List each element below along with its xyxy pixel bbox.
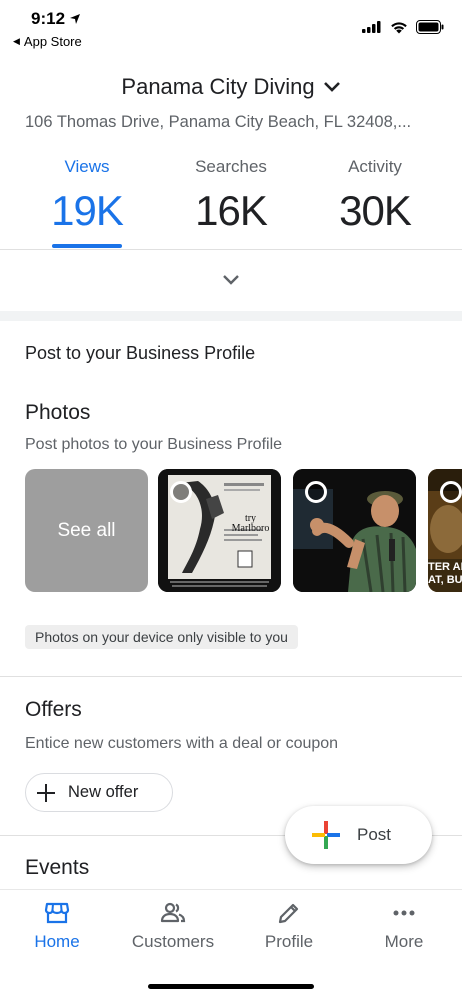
searches-label: Searches <box>195 157 267 176</box>
google-plus-icon <box>312 821 340 849</box>
nav-more-label: More <box>384 932 424 951</box>
select-circle-icon[interactable] <box>170 481 192 503</box>
pencil-icon <box>278 903 299 924</box>
nav-customers-label: Customers <box>131 932 215 951</box>
see-all-button[interactable]: See all <box>25 469 148 592</box>
status-icons <box>362 20 444 34</box>
cellular-signal-icon <box>362 21 381 33</box>
searches-value: 16K <box>195 187 268 234</box>
nav-profile[interactable]: Profile <box>234 900 344 952</box>
nav-customers[interactable]: Customers <box>118 900 228 952</box>
device-visibility-note: Photos on your device only visible to yo… <box>25 625 298 649</box>
photo-thumbnail[interactable]: TER AN AT, BU <box>428 469 462 592</box>
post-section-heading: Post to your Business Profile <box>25 343 256 363</box>
wifi-icon <box>391 21 407 33</box>
location-arrow-icon <box>70 14 81 24</box>
tab-activity[interactable]: Activity 30K <box>310 157 440 235</box>
time-text: 9:12 <box>31 9 66 28</box>
section-separator <box>0 311 462 321</box>
home-indicator <box>148 984 314 989</box>
active-tab-indicator <box>52 244 122 248</box>
photo-strip: See all try Marlboro TER A AT, BU <box>25 469 462 593</box>
stats-tabs: Views 19K Searches 16K Activity 30K <box>0 157 462 249</box>
nav-profile-label: Profile <box>264 932 314 951</box>
divider <box>0 249 462 250</box>
activity-label: Activity <box>348 157 402 176</box>
people-icon <box>160 902 186 923</box>
tab-searches[interactable]: Searches 16K <box>166 157 296 235</box>
back-app-label: App Store <box>23 34 82 49</box>
battery-icon <box>416 20 444 34</box>
divider <box>0 676 462 677</box>
views-value: 19K <box>51 187 124 234</box>
status-time: 9:12 <box>31 9 81 29</box>
tab-views[interactable]: Views 19K <box>22 157 152 235</box>
more-dots-icon <box>393 910 415 916</box>
business-address: 106 Thomas Drive, Panama City Beach, FL … <box>25 113 412 131</box>
nav-more[interactable]: More <box>349 900 459 952</box>
select-circle-icon[interactable] <box>440 481 462 503</box>
plus-icon <box>37 783 55 802</box>
business-selector[interactable]: Panama City Diving <box>0 74 462 100</box>
chevron-down-icon <box>323 82 340 92</box>
photo-caption: try Marlboro <box>231 513 270 534</box>
photo-thumbnail[interactable]: try Marlboro <box>158 469 281 592</box>
new-offer-label: New offer <box>68 783 139 801</box>
new-offer-button[interactable]: New offer <box>25 773 173 812</box>
photo-thumbnail[interactable] <box>293 469 416 592</box>
status-bar: 9:12 ◀ App Store <box>0 0 462 56</box>
select-circle-icon[interactable] <box>305 481 327 503</box>
events-title: Events <box>25 856 90 879</box>
business-name: Panama City Diving <box>121 74 315 99</box>
see-all-label: See all <box>57 519 116 541</box>
photos-title: Photos <box>25 401 91 424</box>
storefront-icon <box>44 902 70 924</box>
back-to-app-store[interactable]: ◀ App Store <box>13 34 82 49</box>
photos-subtitle: Post photos to your Business Profile <box>25 436 283 453</box>
nav-home-label: Home <box>34 932 80 951</box>
back-triangle-icon: ◀ <box>13 36 20 46</box>
views-label: Views <box>64 157 110 176</box>
nav-home[interactable]: Home <box>2 900 112 952</box>
offers-subtitle: Entice new customers with a deal or coup… <box>25 735 339 752</box>
post-fab-button[interactable]: Post <box>285 806 432 864</box>
activity-value: 30K <box>339 187 412 234</box>
expand-chevron-icon[interactable] <box>221 270 241 290</box>
post-label: Post <box>357 825 392 844</box>
photo-caption: TER AN AT, BU <box>428 561 462 587</box>
offers-title: Offers <box>25 698 82 721</box>
